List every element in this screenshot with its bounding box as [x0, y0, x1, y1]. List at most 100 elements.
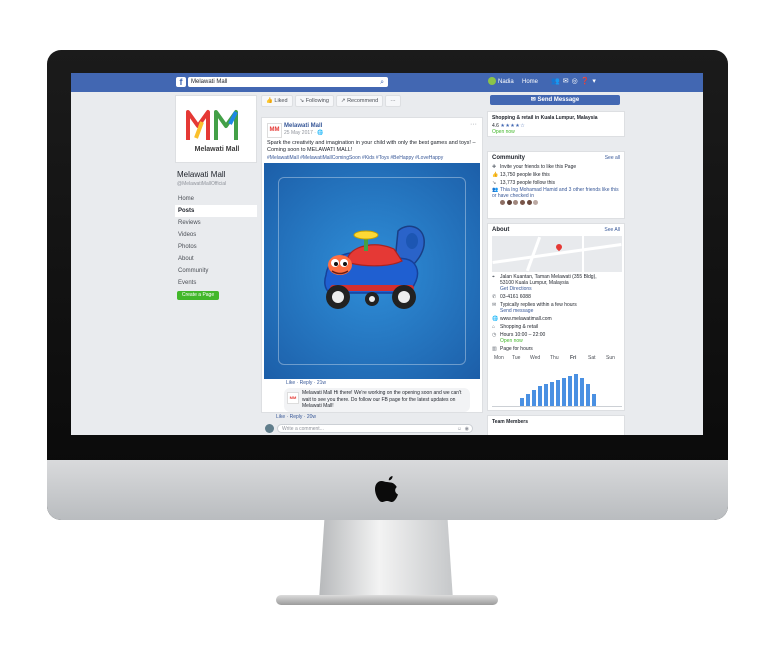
community-friends[interactable]: 👥 Thia Ing Mohamad Hamid and 3 other frie…: [488, 187, 624, 199]
search-input[interactable]: Melawati Mall ⌕: [188, 77, 388, 87]
sidebar-item-home[interactable]: Home: [175, 193, 257, 205]
popular-hours-text: Page for hours: [500, 346, 533, 352]
post-options-icon[interactable]: ···: [470, 121, 477, 128]
community-follows-text: 13,773 people follow this: [500, 180, 556, 186]
melawati-mall-logo-icon: [186, 110, 238, 140]
community-likes: 👍 13,750 people like this: [488, 171, 624, 179]
clock-icon: ◷: [492, 332, 497, 338]
community-likes-text: 13,750 people like this: [500, 172, 550, 178]
post-date-text: 25 May 2017 ·: [284, 130, 318, 136]
page-action-bar: 👍 Liked ↘ Following ↗ Recommend ···: [261, 95, 483, 107]
sidebar-item-posts[interactable]: Posts: [175, 205, 257, 217]
hours-bar: [568, 376, 572, 406]
day-fri[interactable]: Fri: [570, 355, 576, 361]
website-link[interactable]: 🌐 www.melawatimall.com: [488, 315, 624, 323]
location-map[interactable]: [492, 236, 622, 272]
post-image[interactable]: [264, 163, 480, 379]
right-column: ✉ Send Message Shopping & retail in Kual…: [487, 95, 625, 435]
post-hashtags[interactable]: #MelawatiMall #MelawatiMallComingSoon #K…: [267, 155, 477, 161]
post-date[interactable]: 25 May 2017 · 🌐: [284, 130, 324, 136]
notifications-icon[interactable]: ◎: [572, 78, 581, 85]
send-message-label: Send Message: [537, 97, 580, 103]
community-friends-text: Thia Ing Mohamad Hamid and 3 other frien…: [492, 187, 619, 199]
avatar[interactable]: [513, 200, 519, 205]
friend-avatars: [488, 199, 624, 208]
comment-avatar[interactable]: MM: [287, 392, 299, 404]
thumbs-up-icon: 👍: [492, 172, 499, 178]
sidebar-item-reviews[interactable]: Reviews: [175, 217, 257, 229]
hours-bar: [544, 384, 548, 406]
messages-icon[interactable]: ✉: [563, 78, 572, 85]
monitor-stand: [319, 520, 453, 600]
avatar[interactable]: [520, 200, 526, 205]
tag-icon: ⌂: [492, 324, 496, 330]
avatar[interactable]: [526, 200, 532, 205]
community-follows: ↘ 13,773 people follow this: [488, 179, 624, 187]
profile-name: Nadia: [498, 79, 514, 85]
help-icon[interactable]: ❓: [581, 78, 593, 85]
team-members-card: Team Members: [487, 415, 625, 435]
friend-requests-icon[interactable]: 👥: [551, 78, 563, 85]
comment-reply: MM Melawati Mall Hi there! We're working…: [284, 388, 470, 412]
about-see-all-link[interactable]: See All: [604, 227, 620, 233]
search-icon[interactable]: ⌕: [380, 78, 384, 88]
category-link[interactable]: ⌂ Shopping & retail: [488, 323, 624, 331]
globe-icon: 🌐: [317, 130, 324, 136]
day-tue[interactable]: Tue: [512, 355, 520, 361]
more-button[interactable]: ···: [385, 95, 401, 107]
invite-icon: ✚: [492, 164, 497, 170]
post-author-avatar[interactable]: MM: [267, 123, 282, 138]
camera-icon[interactable]: ◉: [465, 425, 469, 434]
sidebar-item-community[interactable]: Community: [175, 265, 257, 277]
avatar[interactable]: [533, 200, 539, 205]
community-invite[interactable]: ✚ Invite your friends to like this Page: [488, 163, 624, 171]
liked-label: Liked: [274, 98, 288, 104]
profile-link[interactable]: Nadia: [488, 77, 514, 87]
community-see-all-link[interactable]: See all: [605, 155, 620, 161]
hours-bar: [580, 378, 584, 406]
avatar[interactable]: [500, 200, 505, 205]
category-link-text: Shopping & retail: [500, 324, 539, 330]
post-author[interactable]: Melawati Mall: [284, 123, 322, 129]
recommend-label: Recommend: [347, 98, 379, 104]
comment-like-reply[interactable]: Like · Reply · 20w: [276, 414, 316, 420]
comment-input[interactable]: Write a comment... ☺ ◉: [277, 424, 473, 433]
hours-bar: [562, 378, 566, 406]
day-sat[interactable]: Sat: [588, 355, 596, 361]
chevron-down-icon[interactable]: ▾: [592, 78, 599, 85]
recommend-button[interactable]: ↗ Recommend: [335, 95, 384, 107]
avatar: [488, 77, 496, 86]
send-message-button[interactable]: ✉ Send Message: [490, 95, 620, 105]
messenger-icon: ✉: [492, 302, 497, 308]
popular-hours[interactable]: ▥ Page for hours: [488, 345, 624, 353]
logo-text: Melawati Mall: [194, 146, 240, 153]
day-sun[interactable]: Sun: [606, 355, 615, 361]
open-status: Open now: [492, 129, 515, 135]
page-profile-picture[interactable]: Melawati Mall: [175, 95, 257, 163]
day-thu[interactable]: Thu: [550, 355, 559, 361]
sidebar-item-videos[interactable]: Videos: [175, 229, 257, 241]
page-handle[interactable]: @MelawatiMallOfficial: [177, 181, 226, 187]
hours-bar: [538, 386, 542, 406]
left-column: Melawati Mall Melawati Mall @MelawatiMal…: [175, 95, 257, 435]
emoji-icon[interactable]: ☺: [457, 425, 462, 434]
facebook-logo-icon[interactable]: f: [176, 77, 186, 87]
page-title[interactable]: Melawati Mall: [177, 170, 225, 179]
monitor-stand-base: [276, 595, 498, 605]
sidebar-item-photos[interactable]: Photos: [175, 241, 257, 253]
home-link[interactable]: Home: [522, 77, 538, 87]
messenger-icon: ✉: [530, 97, 538, 103]
ride-on-toy-car-image: [324, 225, 425, 309]
following-button[interactable]: ↘ Following: [294, 95, 334, 107]
avatar[interactable]: [506, 200, 512, 205]
phone-number[interactable]: ✆ 03-4161 6088: [488, 293, 624, 301]
hours-bar: [550, 382, 554, 406]
day-wed[interactable]: Wed: [530, 355, 540, 361]
day-mon[interactable]: Mon: [494, 355, 504, 361]
create-page-button[interactable]: Create a Page: [177, 291, 219, 300]
page-category[interactable]: Shopping & retail in Kuala Lumpur, Malay…: [488, 112, 624, 122]
post-like-reply[interactable]: Like · Reply · 21w: [286, 380, 326, 386]
sidebar-item-about[interactable]: About: [175, 253, 257, 265]
liked-button[interactable]: 👍 Liked: [261, 95, 293, 107]
sidebar-item-events[interactable]: Events: [175, 277, 257, 289]
